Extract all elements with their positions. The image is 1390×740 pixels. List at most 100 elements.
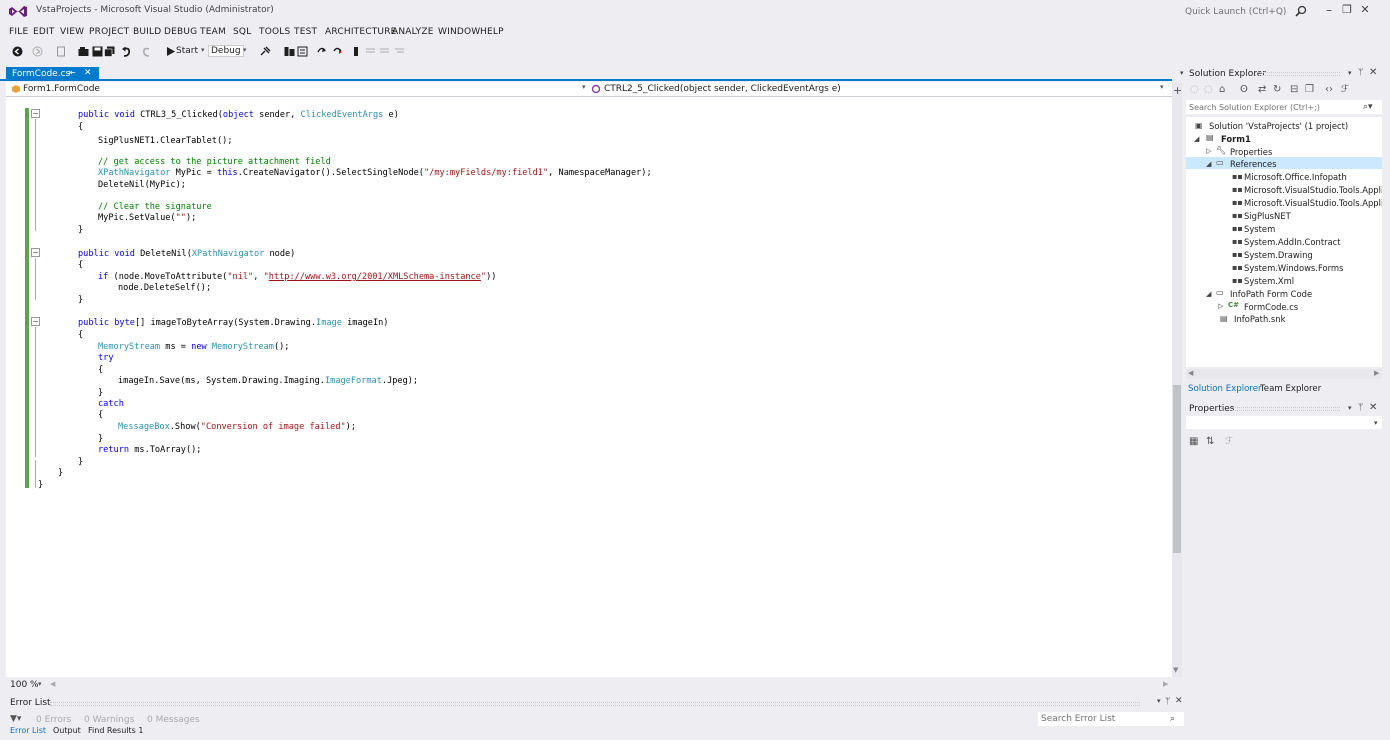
step-over-icon[interactable]: [332, 46, 343, 57]
menu-architecture[interactable]: ARCHITECTURE: [325, 27, 397, 37]
tree-item-reference[interactable]: Microsoft.VisualStudio.Tools.Applic: [1244, 185, 1382, 195]
chevron-down-icon[interactable]: ▾: [1374, 419, 1378, 427]
code-line[interactable]: MyPic.SetValue("");: [98, 213, 196, 223]
scrollbar-thumb[interactable]: [1173, 385, 1181, 553]
new-project-icon[interactable]: [56, 46, 67, 57]
code-comment[interactable]: // Clear the signature: [98, 202, 212, 212]
code-line[interactable]: {: [78, 330, 83, 340]
menu-project[interactable]: PROJECT: [89, 27, 129, 37]
menu-team[interactable]: TEAM: [200, 27, 226, 37]
panel-grip[interactable]: [1232, 407, 1340, 411]
menu-window[interactable]: WINDOW: [438, 27, 480, 37]
zoom-chevron-down-icon[interactable]: ▾: [38, 680, 42, 688]
tree-item-reference[interactable]: System.Drawing: [1244, 250, 1313, 260]
split-window-icon[interactable]: +: [1173, 84, 1182, 97]
scroll-right-icon[interactable]: ▶: [1163, 680, 1168, 688]
tree-item-form1[interactable]: Form1: [1221, 134, 1251, 144]
start-button[interactable]: Start: [176, 46, 198, 56]
solution-explorer-icon[interactable]: [284, 46, 295, 57]
warnings-filter-button[interactable]: 0 Warnings: [84, 715, 134, 725]
step-into-icon[interactable]: [316, 46, 327, 57]
scroll-left-icon[interactable]: ◀: [1188, 369, 1193, 377]
collapse-all-icon[interactable]: ⊟: [1290, 84, 1298, 95]
properties-object-select[interactable]: [1186, 416, 1382, 429]
tree-item-formcode-cs[interactable]: FormCode.cs: [1244, 302, 1298, 312]
bookmark-icon[interactable]: [351, 46, 362, 57]
start-play-icon[interactable]: [165, 46, 176, 57]
collapsed-toggle-icon[interactable]: ▷: [1218, 302, 1223, 310]
tab-find-results[interactable]: Find Results 1: [88, 726, 143, 735]
code-line[interactable]: SigPlusNET1.ClearTablet();: [98, 136, 233, 146]
alphabetical-icon[interactable]: ⇅: [1206, 436, 1214, 447]
search-icon[interactable]: ⌕: [1170, 714, 1175, 724]
menu-edit[interactable]: EDIT: [33, 27, 55, 37]
forward-icon[interactable]: [32, 46, 43, 57]
menu-analyze[interactable]: ANALYZE: [392, 27, 434, 37]
search-icon[interactable]: ⌕▾: [1363, 102, 1373, 112]
property-pages-icon[interactable]: ℱ: [1225, 436, 1233, 447]
close-panel-button[interactable]: ✕: [1369, 402, 1377, 413]
config-dropdown-chevron-icon[interactable]: ▾: [243, 46, 247, 54]
panel-menu-chevron-icon[interactable]: ▾: [1348, 69, 1352, 77]
menu-view[interactable]: VIEW: [60, 27, 84, 37]
menu-build[interactable]: BUILD: [133, 27, 161, 37]
restore-button[interactable]: ❐: [1340, 3, 1354, 17]
pin-icon[interactable]: ᛘ: [1358, 68, 1363, 78]
sync-icon[interactable]: ⇄: [1258, 84, 1266, 95]
scroll-down-icon[interactable]: ▼: [1173, 666, 1178, 674]
code-line[interactable]: {: [98, 410, 103, 420]
code-line[interactable]: return ms.ToArray();: [98, 445, 201, 455]
indent-icon[interactable]: [394, 46, 405, 57]
code-line[interactable]: try: [98, 353, 114, 363]
code-line[interactable]: }: [58, 468, 63, 478]
panel-menu-chevron-icon[interactable]: ▾: [1157, 697, 1161, 705]
tree-item-infopath-form-code[interactable]: InfoPath Form Code: [1230, 289, 1312, 299]
collapse-region-toggle[interactable]: −: [31, 109, 40, 118]
undo-icon[interactable]: [121, 46, 132, 57]
filter-icon[interactable]: ▼▾: [10, 714, 21, 724]
tree-item-reference[interactable]: Microsoft.VisualStudio.Tools.Applic: [1244, 198, 1382, 208]
close-panel-button[interactable]: ✕: [1369, 67, 1377, 78]
expand-toggle-icon[interactable]: ◢: [1194, 135, 1199, 143]
show-all-files-icon[interactable]: ❐: [1305, 84, 1314, 95]
code-line[interactable]: if (node.MoveToAttribute("nil", "http://…: [98, 272, 496, 282]
solution-configuration-select[interactable]: Debug: [208, 45, 244, 57]
code-line[interactable]: imageIn.Save(ms, System.Drawing.Imaging.…: [118, 376, 418, 386]
tree-item-reference[interactable]: System: [1244, 224, 1275, 234]
find-in-files-icon[interactable]: [260, 46, 271, 57]
open-file-icon[interactable]: [78, 46, 89, 57]
categorized-icon[interactable]: ▦: [1189, 436, 1198, 447]
panel-grip[interactable]: [50, 702, 1140, 706]
tree-item-infopath-snk[interactable]: InfoPath.snk: [1234, 314, 1285, 324]
pin-tab-icon[interactable]: ⇤: [69, 68, 76, 77]
code-line[interactable]: {: [78, 122, 83, 132]
code-line[interactable]: }: [78, 225, 83, 235]
minimize-button[interactable]: –: [1322, 3, 1336, 17]
refresh-icon[interactable]: ↻: [1273, 84, 1281, 95]
menu-debug[interactable]: DEBUG: [164, 27, 197, 37]
code-line[interactable]: {: [78, 260, 83, 270]
save-icon[interactable]: [92, 46, 103, 57]
code-line[interactable]: XPathNavigator MyPic = this.CreateNaviga…: [98, 168, 652, 178]
redo-icon[interactable]: [141, 46, 152, 57]
code-line[interactable]: public byte[] imageToByteArray(System.Dr…: [78, 318, 388, 328]
code-line[interactable]: }: [78, 295, 83, 305]
code-line[interactable]: }: [98, 434, 103, 444]
back-icon[interactable]: ◌: [1190, 84, 1199, 95]
scroll-right-icon[interactable]: ▶: [1374, 369, 1379, 377]
menu-tools[interactable]: TOOLS: [259, 27, 290, 37]
tree-item-references[interactable]: References: [1230, 159, 1277, 169]
code-line[interactable]: {: [98, 365, 103, 375]
menu-help[interactable]: HELP: [480, 27, 504, 37]
tab-error-list[interactable]: Error List: [10, 726, 46, 735]
uncomment-lines-icon[interactable]: [379, 46, 390, 57]
editor-vertical-scrollbar[interactable]: [1172, 82, 1182, 677]
close-panel-button[interactable]: ✕: [1175, 696, 1183, 706]
nav-class-dropdown[interactable]: Form1.FormCode: [23, 84, 100, 94]
properties-wrench-icon[interactable]: ℱ: [1341, 84, 1349, 95]
code-line[interactable]: }: [78, 457, 83, 467]
close-tab-button[interactable]: ✕: [84, 68, 92, 78]
close-window-button[interactable]: ✕: [1358, 3, 1372, 17]
panel-chevron-icon[interactable]: ▾: [1180, 69, 1184, 77]
forward-icon[interactable]: ◌: [1204, 84, 1213, 95]
